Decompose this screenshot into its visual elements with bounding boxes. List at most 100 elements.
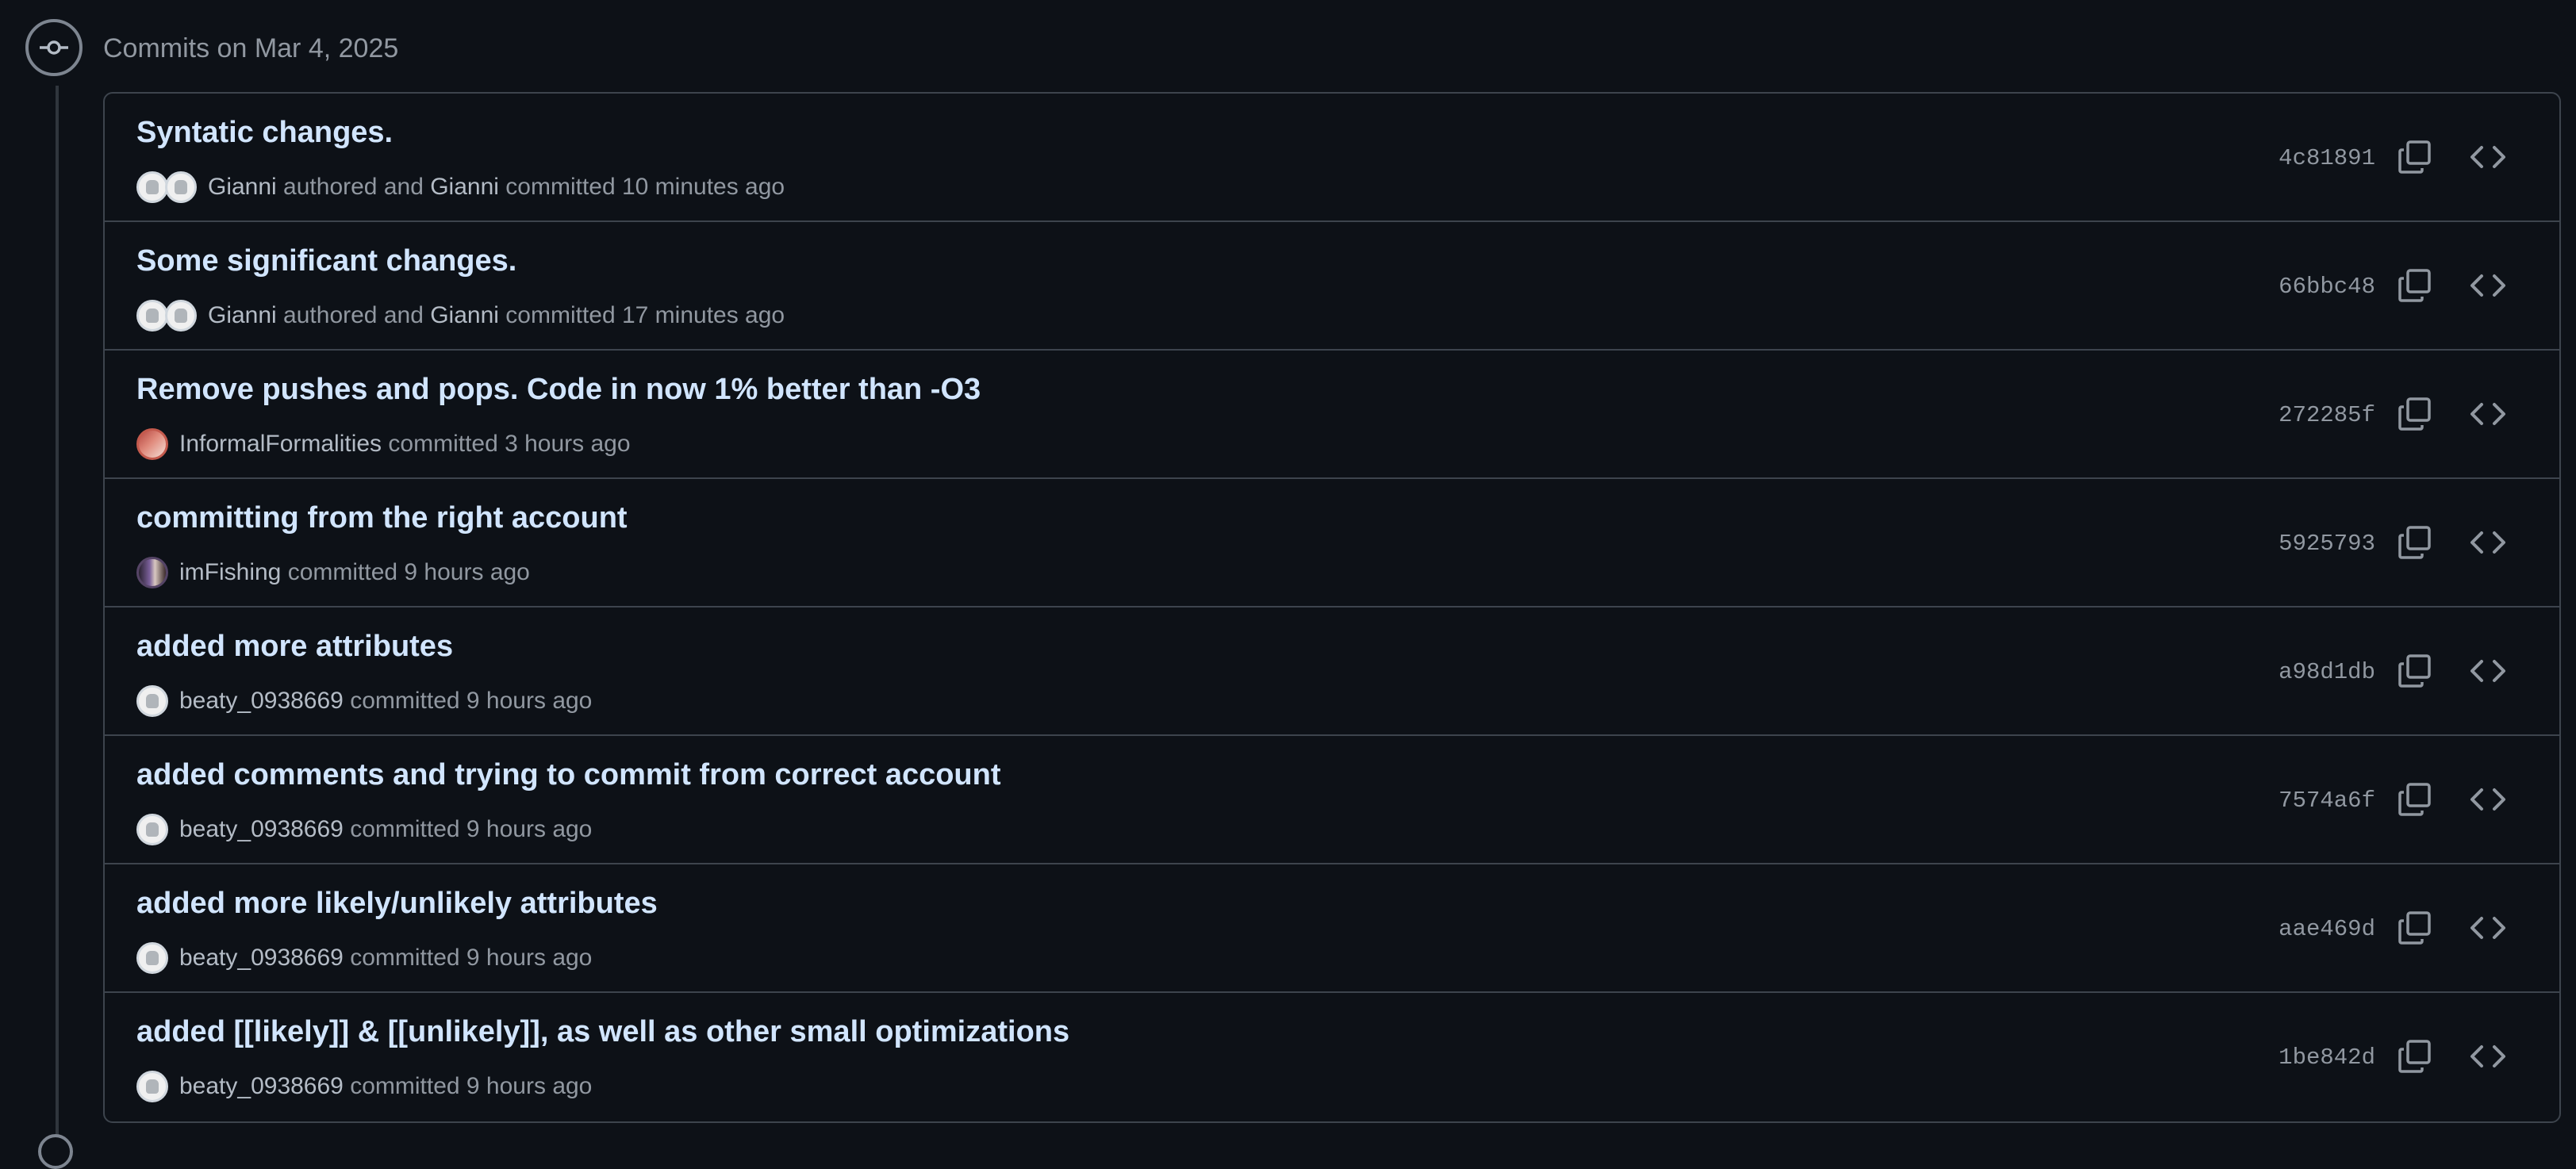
commit-time: committed 17 minutes ago xyxy=(498,302,785,328)
copy-sha-button[interactable] xyxy=(2396,395,2434,433)
commit-row: Remove pushes and pops. Code in now 1% b… xyxy=(105,351,2559,479)
commit-meta-text: beaty_0938669 committed 9 hours ago xyxy=(179,1073,592,1100)
copy-sha-button[interactable] xyxy=(2396,909,2434,947)
browse-repo-button[interactable] xyxy=(2469,909,2507,947)
copy-icon xyxy=(2398,654,2431,688)
commit-title-link[interactable]: added more likely/unlikely attributes xyxy=(136,885,658,922)
commit-row: added [[likely]] & [[unlikely]], as well… xyxy=(105,993,2559,1121)
commit-meta: beaty_0938669 committed 9 hours ago xyxy=(136,941,592,975)
code-icon xyxy=(2470,917,2505,939)
commit-sha-link[interactable]: aae469d xyxy=(2278,914,2375,945)
code-icon xyxy=(2470,274,2505,297)
commit-title-link[interactable]: Some significant changes. xyxy=(136,243,516,279)
author-link[interactable]: imFishing xyxy=(179,559,281,585)
commit-meta: Gianni authored and Gianni committed 17 … xyxy=(136,298,785,333)
author-link[interactable]: Gianni xyxy=(208,174,277,200)
browse-repo-button[interactable] xyxy=(2469,395,2507,433)
code-icon xyxy=(2470,403,2505,425)
author-avatar[interactable] xyxy=(136,1071,168,1102)
copy-icon xyxy=(2398,783,2431,816)
author-link[interactable]: beaty_0938669 xyxy=(179,688,344,714)
commit-time: committed 9 hours ago xyxy=(343,1073,593,1099)
copy-sha-button[interactable] xyxy=(2396,523,2434,562)
committer-avatar[interactable] xyxy=(165,300,197,332)
commit-sha-link[interactable]: 272285f xyxy=(2278,400,2375,431)
next-group-node xyxy=(38,1134,73,1169)
commit-time: committed 9 hours ago xyxy=(343,688,593,714)
commit-meta: Gianni authored and Gianni committed 10 … xyxy=(136,170,785,205)
commit-meta-text: InformalFormalities committed 3 hours ag… xyxy=(179,431,631,458)
commit-time: committed 9 hours ago xyxy=(343,945,593,971)
commit-time: committed 3 hours ago xyxy=(382,431,631,457)
browse-repo-button[interactable] xyxy=(2469,780,2507,818)
commit-meta-text: beaty_0938669 committed 9 hours ago xyxy=(179,688,592,715)
commit-time: committed 10 minutes ago xyxy=(498,174,785,200)
copy-icon xyxy=(2398,397,2431,431)
commit-row: added more attributes beaty_0938669 comm… xyxy=(105,607,2559,736)
browse-repo-button[interactable] xyxy=(2469,266,2507,305)
copy-sha-button[interactable] xyxy=(2396,138,2434,176)
commit-row: Some significant changes. Gianni authore… xyxy=(105,222,2559,351)
commit-title-link[interactable]: committing from the right account xyxy=(136,500,628,536)
commit-row: added comments and trying to commit from… xyxy=(105,736,2559,864)
copy-sha-button[interactable] xyxy=(2396,652,2434,690)
author-link[interactable]: beaty_0938669 xyxy=(179,945,344,971)
author-link[interactable]: beaty_0938669 xyxy=(179,1073,344,1099)
commit-meta: InformalFormalities committed 3 hours ag… xyxy=(136,427,631,462)
commit-meta-text: beaty_0938669 committed 9 hours ago xyxy=(179,816,592,843)
commit-meta-text: beaty_0938669 committed 9 hours ago xyxy=(179,945,592,972)
git-commit-icon xyxy=(25,19,83,76)
commit-title-link[interactable]: added [[likely]] & [[unlikely]], as well… xyxy=(136,1014,1069,1050)
author-link[interactable]: InformalFormalities xyxy=(179,431,382,457)
commit-sha-link[interactable]: 5925793 xyxy=(2278,528,2375,560)
commit-sha-link[interactable]: 1be842d xyxy=(2278,1042,2375,1074)
commit-title-link[interactable]: Remove pushes and pops. Code in now 1% b… xyxy=(136,371,981,408)
committer-link[interactable]: Gianni xyxy=(430,174,499,200)
timeline-line xyxy=(56,86,59,1142)
commit-group-heading: Commits on Mar 4, 2025 xyxy=(103,33,399,63)
copy-icon xyxy=(2398,911,2431,945)
commit-title-link[interactable]: added more attributes xyxy=(136,628,453,665)
copy-icon xyxy=(2398,1040,2431,1073)
copy-sha-button[interactable] xyxy=(2396,1037,2434,1075)
commit-sha-link[interactable]: 7574a6f xyxy=(2278,785,2375,817)
browse-repo-button[interactable] xyxy=(2469,523,2507,562)
author-avatar[interactable] xyxy=(136,428,168,460)
browse-repo-button[interactable] xyxy=(2469,1037,2507,1075)
copy-icon xyxy=(2398,140,2431,174)
commit-meta: beaty_0938669 committed 9 hours ago xyxy=(136,1069,592,1104)
author-avatar[interactable] xyxy=(136,171,168,203)
author-avatar[interactable] xyxy=(136,685,168,717)
browse-repo-button[interactable] xyxy=(2469,138,2507,176)
commit-title-link[interactable]: Syntatic changes. xyxy=(136,114,393,151)
commit-time: committed 9 hours ago xyxy=(343,816,593,842)
commit-title-link[interactable]: added comments and trying to commit from… xyxy=(136,757,1001,793)
commit-row: added more likely/unlikely attributes be… xyxy=(105,864,2559,993)
browse-repo-button[interactable] xyxy=(2469,652,2507,690)
commit-meta-text: Gianni authored and Gianni committed 17 … xyxy=(208,302,785,328)
author-avatar[interactable] xyxy=(136,814,168,845)
commit-sha-link[interactable]: 4c81891 xyxy=(2278,143,2375,174)
code-icon xyxy=(2470,1045,2505,1067)
commit-row: Syntatic changes. Gianni authored and Gi… xyxy=(105,94,2559,222)
copy-icon xyxy=(2398,269,2431,302)
commit-row: committing from the right account imFish… xyxy=(105,479,2559,607)
committer-link[interactable]: Gianni xyxy=(430,302,499,328)
author-link[interactable]: beaty_0938669 xyxy=(179,816,344,842)
copy-sha-button[interactable] xyxy=(2396,780,2434,818)
author-avatar[interactable] xyxy=(136,942,168,974)
commit-meta-text: imFishing committed 9 hours ago xyxy=(179,559,530,586)
commit-sha-link[interactable]: 66bbc48 xyxy=(2278,271,2375,303)
committer-avatar[interactable] xyxy=(165,171,197,203)
author-avatar[interactable] xyxy=(136,300,168,332)
commit-meta: beaty_0938669 committed 9 hours ago xyxy=(136,684,592,719)
commit-list: Syntatic changes. Gianni authored and Gi… xyxy=(103,92,2561,1123)
copy-sha-button[interactable] xyxy=(2396,266,2434,305)
author-avatar[interactable] xyxy=(136,557,168,588)
code-icon xyxy=(2470,531,2505,554)
commit-meta: imFishing committed 9 hours ago xyxy=(136,555,530,590)
author-link[interactable]: Gianni xyxy=(208,302,277,328)
code-icon xyxy=(2470,788,2505,811)
code-icon xyxy=(2470,660,2505,682)
commit-sha-link[interactable]: a98d1db xyxy=(2278,657,2375,688)
